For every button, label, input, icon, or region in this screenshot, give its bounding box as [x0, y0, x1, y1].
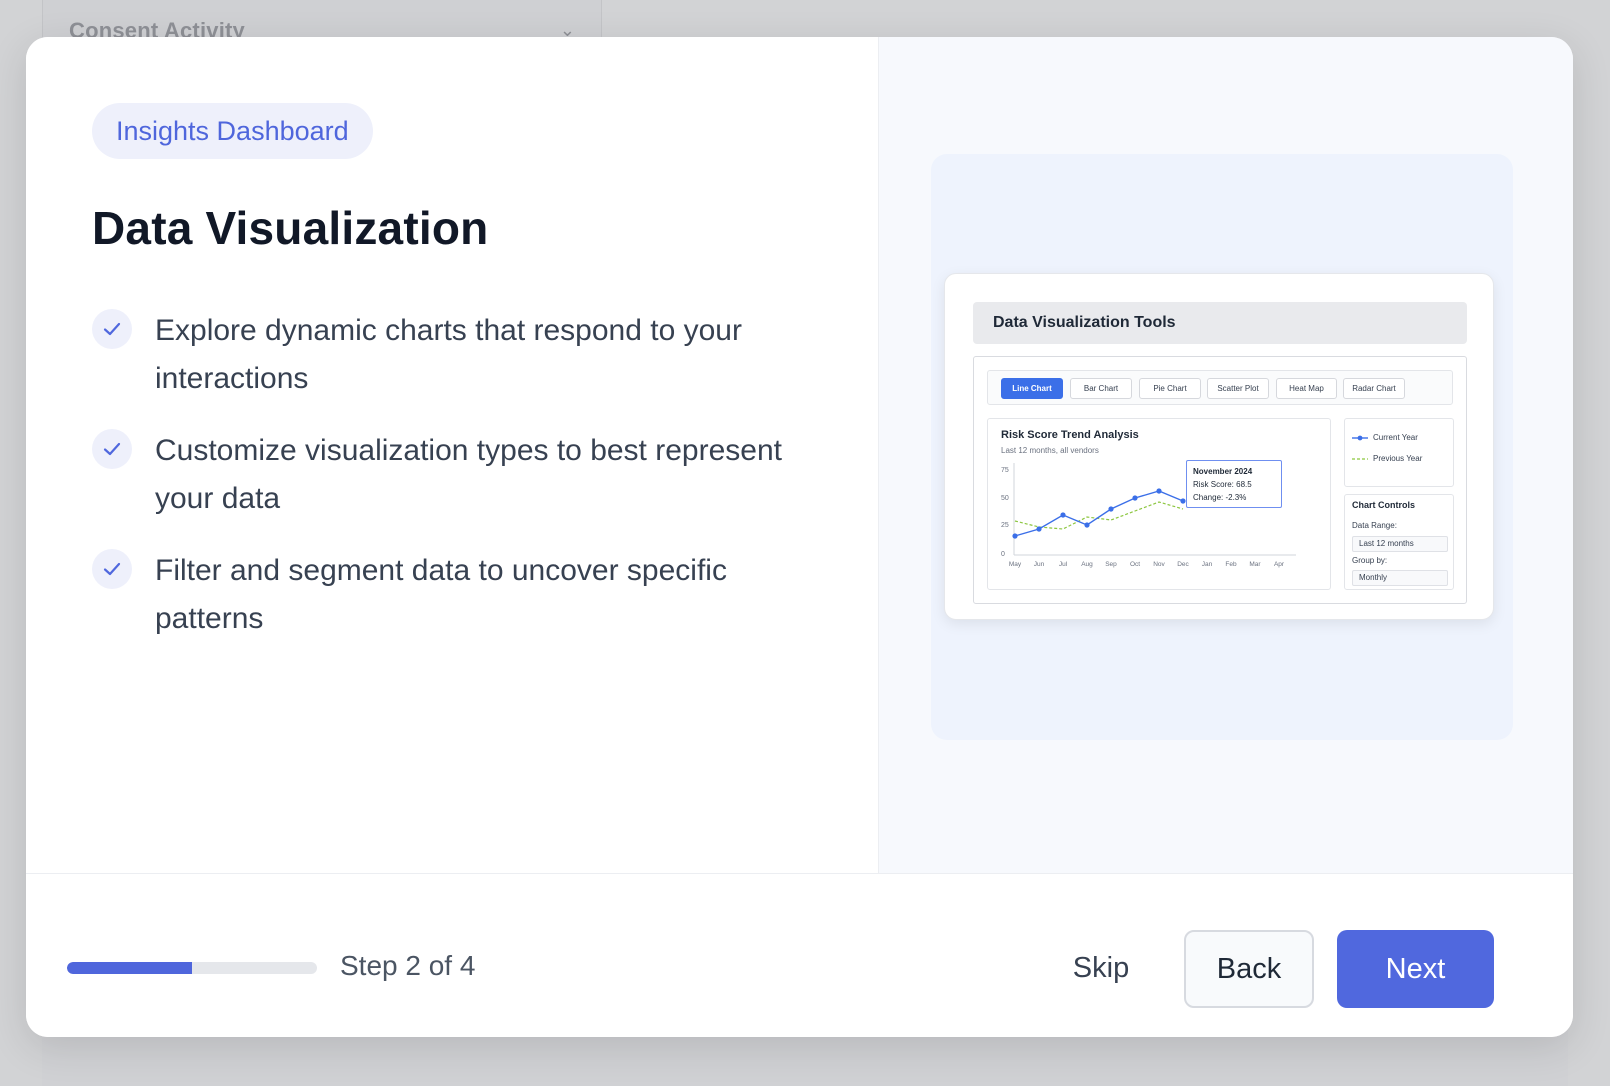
legend-label: Previous Year [1373, 454, 1423, 463]
y-tick: 75 [1001, 467, 1009, 474]
data-point [1084, 522, 1090, 528]
preview-chart-subtitle: Last 12 months, all vendors [1001, 446, 1099, 455]
skip-button[interactable]: Skip [1056, 930, 1146, 1006]
modal-title: Data Visualization [92, 202, 489, 254]
legend-dashed-line-icon [1352, 457, 1368, 460]
feature-text: Customize visualization types to best re… [155, 434, 782, 515]
preview-chart-title: Risk Score Trend Analysis [1001, 429, 1139, 441]
feature-item: Customize visualization types to best re… [92, 427, 832, 523]
legend-item-current: Current Year [1352, 433, 1418, 442]
x-tick: Aug [1081, 561, 1093, 568]
x-tick: Apr [1274, 561, 1285, 568]
check-icon [92, 429, 132, 469]
feature-text: Filter and segment data to uncover speci… [155, 554, 727, 635]
y-tick: 0 [1001, 551, 1005, 558]
section-badge: Insights Dashboard [92, 103, 373, 159]
feature-item: Explore dynamic charts that respond to y… [92, 307, 832, 403]
x-tick: Jun [1034, 561, 1045, 568]
check-icon [92, 309, 132, 349]
data-range-label: Data Range: [1352, 521, 1397, 530]
feature-item: Filter and segment data to uncover speci… [92, 547, 832, 643]
preview-tab-line-chart: Line Chart [1001, 378, 1063, 399]
data-range-select: Last 12 months [1352, 536, 1448, 552]
chart-controls: Chart Controls Data Range: Last 12 month… [1344, 494, 1454, 590]
tooltip-title: November 2024 [1193, 467, 1253, 476]
preview-tab-scatter-plot: Scatter Plot [1207, 378, 1269, 399]
preview-tab-heat-map: Heat Map [1276, 378, 1337, 399]
y-tick: 25 [1001, 522, 1009, 529]
step-indicator: Step 2 of 4 [340, 950, 476, 981]
preview-body: Line Chart Bar Chart Pie Chart Scatter P… [973, 356, 1467, 604]
x-tick: Jul [1059, 561, 1068, 568]
x-tick: Nov [1153, 561, 1165, 568]
legend-item-previous: Previous Year [1352, 454, 1422, 463]
tooltip-line: Change: -2.3% [1193, 493, 1247, 502]
feature-text: Explore dynamic charts that respond to y… [155, 314, 742, 395]
group-by-select: Monthly [1352, 570, 1448, 586]
x-tick: Jan [1202, 561, 1213, 568]
preview-tab-pie-chart: Pie Chart [1139, 378, 1201, 399]
data-point [1060, 512, 1066, 518]
preview-pane: Data Visualization Tools Line Chart Bar … [878, 37, 1573, 873]
modal-content-pane: Insights Dashboard Data Visualization Ex… [26, 37, 878, 873]
x-tick: Oct [1130, 561, 1140, 568]
preview-tab-bar: Line Chart Bar Chart Pie Chart Scatter P… [987, 370, 1453, 405]
x-tick: Sep [1105, 561, 1117, 568]
group-by-label: Group by: [1352, 556, 1388, 565]
x-tick: Mar [1249, 561, 1261, 568]
data-point [1132, 495, 1138, 501]
modal-footer: Step 2 of 4 Skip Back Next [26, 873, 1573, 1037]
y-tick: 50 [1001, 495, 1009, 502]
x-tick: Feb [1225, 561, 1237, 568]
tooltip-line: Risk Score: 68.5 [1193, 480, 1252, 489]
legend-label: Current Year [1373, 433, 1418, 442]
check-icon [92, 549, 132, 589]
progress-bar [67, 962, 317, 974]
x-tick: May [1009, 561, 1022, 568]
chart-legend: Current Year Previous Year [1344, 418, 1454, 487]
preview-header: Data Visualization Tools [973, 302, 1467, 344]
preview-tab-bar-chart: Bar Chart [1070, 378, 1132, 399]
x-tick: Dec [1177, 561, 1189, 568]
next-button[interactable]: Next [1337, 930, 1494, 1008]
data-point [1156, 488, 1162, 494]
previous-year-line [1014, 501, 1184, 530]
preview-chart: Risk Score Trend Analysis Last 12 months… [987, 418, 1331, 590]
chart-tooltip: November 2024 Risk Score: 68.5 Change: -… [1186, 460, 1282, 508]
data-point [1108, 506, 1114, 512]
feature-list: Explore dynamic charts that respond to y… [92, 307, 832, 667]
progress-fill [67, 962, 192, 974]
legend-line-icon [1352, 435, 1368, 440]
preview-header-title: Data Visualization Tools [993, 314, 1176, 331]
onboarding-modal: Insights Dashboard Data Visualization Ex… [26, 37, 1573, 1037]
preview-screenshot: Data Visualization Tools Line Chart Bar … [944, 273, 1494, 620]
chart-controls-title: Chart Controls [1352, 500, 1415, 510]
data-point [1036, 526, 1042, 532]
data-point [1012, 533, 1018, 539]
preview-tab-radar-chart: Radar Chart [1343, 378, 1405, 399]
back-button[interactable]: Back [1184, 930, 1314, 1008]
data-point [1180, 498, 1186, 504]
